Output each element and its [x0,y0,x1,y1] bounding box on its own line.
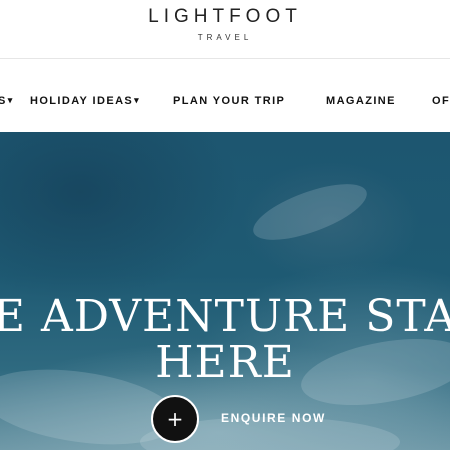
nav-item-plan-your-trip[interactable]: PLAN YOUR TRIP [173,95,285,107]
chevron-down-icon: ▾ [7,95,14,105]
hero-title-line1: E ADVENTURE STA [0,291,450,343]
nav-item-label: MAGAZINE [326,95,396,107]
plus-icon: + [166,407,184,431]
nav-item-truncated-right[interactable]: OF [432,95,450,107]
chevron-down-icon: ▾ [134,95,141,105]
nav-item-label: OF [432,95,450,107]
hero-banner: E ADVENTURE STA HERE + ENQUIRE NOW [0,132,450,450]
nav-item-magazine[interactable]: MAGAZINE [326,95,396,107]
enquire-button[interactable]: + [151,395,199,443]
enquire-now-link[interactable]: ENQUIRE NOW [221,411,326,425]
hero-title: E ADVENTURE STA HERE [0,294,450,386]
sea-foam [246,172,374,252]
brand-tagline: TRAVEL [197,33,253,42]
nav-item-holiday-ideas[interactable]: HOLIDAY IDEAS▾ [30,95,140,107]
nav-item-label: S [0,95,7,107]
hero-title-line2: HERE [155,337,295,389]
nav-item-truncated[interactable]: S▾ [0,95,14,107]
site-header: LIGHTFOOT TRAVEL [0,0,450,58]
nav-item-label: PLAN YOUR TRIP [173,95,286,107]
main-nav: S▾ HOLIDAY IDEAS▾ PLAN YOUR TRIP MAGAZIN… [0,59,450,132]
nav-item-label: HOLIDAY IDEAS [30,95,134,107]
brand-logo[interactable]: LIGHTFOOT [0,6,450,28]
